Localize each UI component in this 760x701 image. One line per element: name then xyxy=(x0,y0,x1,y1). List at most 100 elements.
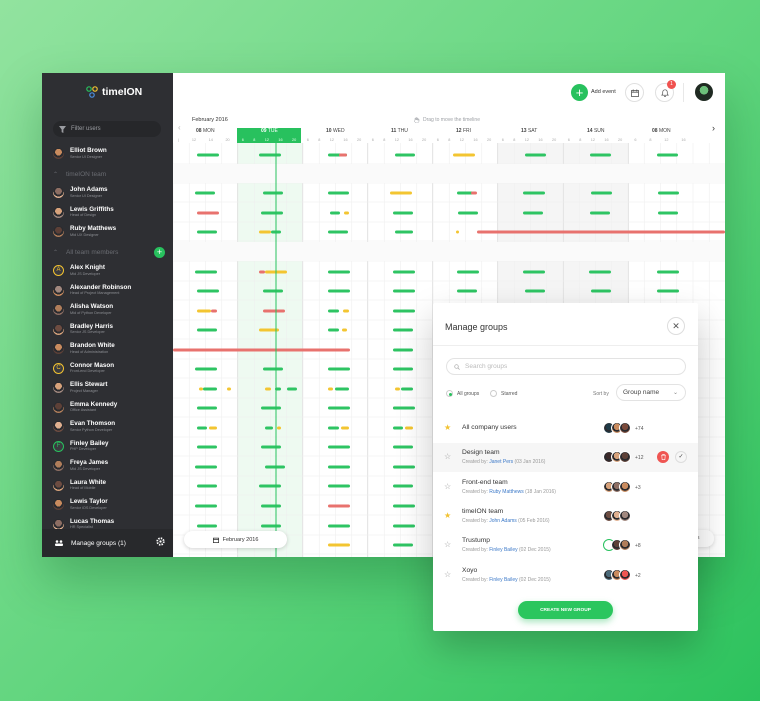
sidebar-item-laura-white[interactable]: Laura White Head of Mobile xyxy=(53,479,168,491)
sidebar-item-ruby-matthews[interactable]: Ruby Matthews Mid UX Designer xyxy=(53,225,168,238)
event-bar[interactable] xyxy=(330,211,340,215)
star-filled-icon[interactable]: ★ xyxy=(444,511,451,520)
event-bar[interactable] xyxy=(263,289,283,293)
event-bar[interactable] xyxy=(195,367,217,371)
group-row[interactable]: ☆ Front-end team Created by: Ruby Matthews… xyxy=(433,473,698,502)
event-bar[interactable] xyxy=(195,504,217,508)
group-author-link[interactable]: John Adams xyxy=(489,518,517,524)
event-bar[interactable] xyxy=(393,328,413,332)
event-bar[interactable] xyxy=(393,484,413,488)
event-bar[interactable] xyxy=(328,543,350,547)
event-bar[interactable] xyxy=(197,445,217,449)
event-bar[interactable] xyxy=(263,191,283,195)
event-bar[interactable] xyxy=(328,426,339,430)
event-bar[interactable] xyxy=(328,270,350,274)
sidebar-item-lewis-griffiths[interactable]: Lewis Griffiths Head of Design xyxy=(53,206,168,218)
event-bar[interactable] xyxy=(395,230,413,234)
event-bar[interactable] xyxy=(341,426,349,430)
event-bar[interactable] xyxy=(328,309,339,313)
event-bar[interactable] xyxy=(342,328,347,332)
event-bar[interactable] xyxy=(339,153,347,157)
group-author-link[interactable]: Ruby Matthews xyxy=(489,489,523,495)
sidebar-user-me[interactable]: Elliot Brown Senior UI Designer xyxy=(53,147,168,160)
event-bar[interactable] xyxy=(328,406,350,410)
day-header[interactable]: 14 SUN 6 8 12 16 20 xyxy=(563,128,627,143)
date-picker-button[interactable]: February 2016 xyxy=(184,531,287,548)
star-icon[interactable]: ☆ xyxy=(444,570,451,579)
event-bar[interactable] xyxy=(525,153,546,157)
event-bar[interactable] xyxy=(203,387,217,391)
event-bar[interactable] xyxy=(265,387,271,391)
search-groups-input[interactable]: Search groups xyxy=(446,358,686,375)
event-bar[interactable] xyxy=(259,484,281,488)
event-bar[interactable] xyxy=(393,309,415,313)
event-bar[interactable] xyxy=(590,153,611,157)
calendar-button[interactable] xyxy=(625,83,644,102)
event-bar[interactable] xyxy=(395,153,415,157)
event-bar[interactable] xyxy=(195,191,215,195)
event-bar[interactable] xyxy=(263,367,283,371)
event-bar[interactable] xyxy=(457,191,473,195)
event-bar[interactable] xyxy=(343,309,349,313)
day-header[interactable]: 12 FRI 6 8 12 16 20 xyxy=(432,128,496,143)
event-bar[interactable] xyxy=(259,153,281,157)
event-bar[interactable] xyxy=(173,348,350,352)
event-bar[interactable] xyxy=(393,406,415,410)
event-bar[interactable] xyxy=(328,484,350,488)
group-author-link[interactable]: Finley Bailey xyxy=(489,577,517,583)
sidebar-item-bradley-harris[interactable]: Bradley Harris Senior JS Developer xyxy=(53,323,168,335)
event-bar[interactable] xyxy=(456,230,459,234)
sidebar-item-alexander-robinson[interactable]: Alexander Robinson Head of Project Manage… xyxy=(53,284,168,296)
event-bar[interactable] xyxy=(393,504,415,508)
sort-select[interactable]: Group name ⌄ xyxy=(616,384,686,401)
event-bar[interactable] xyxy=(523,191,545,195)
add-event-label[interactable]: Add event xyxy=(591,89,616,95)
event-bar[interactable] xyxy=(390,191,412,195)
event-bar[interactable] xyxy=(523,270,545,274)
event-bar[interactable] xyxy=(265,426,273,430)
group-row[interactable]: ★ All company users +74 xyxy=(433,414,698,443)
star-filled-icon[interactable]: ★ xyxy=(444,424,451,432)
event-bar[interactable] xyxy=(335,387,349,391)
event-bar[interactable] xyxy=(199,387,203,391)
event-bar[interactable] xyxy=(197,484,217,488)
sidebar-item-lewis-taylor[interactable]: Lewis Taylor Senior iOS Developer xyxy=(53,498,168,511)
event-bar[interactable] xyxy=(657,270,679,274)
group-row[interactable]: ☆ Trustump Created by: Finley Bailey (02 D… xyxy=(433,531,698,560)
event-bar[interactable] xyxy=(393,426,403,430)
event-bar[interactable] xyxy=(393,367,413,371)
event-bar[interactable] xyxy=(328,524,350,528)
event-bar[interactable] xyxy=(658,191,679,195)
event-bar[interactable] xyxy=(261,211,283,215)
event-bar[interactable] xyxy=(395,387,400,391)
event-bar[interactable] xyxy=(591,289,611,293)
day-header[interactable]: 11 THU 6 8 12 16 20 xyxy=(367,128,431,143)
create-new-group-button[interactable]: CREATE NEW GROUP xyxy=(518,601,613,619)
event-bar[interactable] xyxy=(197,309,211,313)
star-icon[interactable]: ☆ xyxy=(444,541,451,549)
event-bar[interactable] xyxy=(393,543,413,547)
notifications-button[interactable]: 1 xyxy=(655,80,676,102)
event-bar[interactable] xyxy=(227,387,231,391)
event-bar[interactable] xyxy=(328,465,350,469)
event-bar[interactable] xyxy=(197,289,219,293)
section-all-team-members[interactable]: ⌃ All team members + xyxy=(53,247,165,258)
event-bar[interactable] xyxy=(328,445,350,449)
event-bar[interactable] xyxy=(393,465,415,469)
event-bar[interactable] xyxy=(328,191,349,195)
sidebar-item-connor-mason[interactable]: C Connor Mason Front-end Developer xyxy=(53,362,168,374)
event-bar[interactable] xyxy=(197,211,219,215)
event-bar[interactable] xyxy=(453,153,475,157)
day-header[interactable]: 13 SAT 6 8 12 16 20 xyxy=(497,128,561,143)
event-bar[interactable] xyxy=(209,426,217,430)
sidebar-item-john-adams[interactable]: John Adams Senior UI Designer xyxy=(53,186,168,199)
event-bar[interactable] xyxy=(477,230,725,234)
day-header[interactable]: 09 TUE 6 8 12 16 20 xyxy=(237,128,301,143)
event-bar[interactable] xyxy=(259,270,265,274)
event-bar[interactable] xyxy=(197,406,217,410)
manage-groups-footer[interactable]: Manage groups (1) xyxy=(42,529,173,557)
event-bar[interactable] xyxy=(589,270,611,274)
day-header[interactable]: 08 MON 6 8 12 16 xyxy=(628,128,692,143)
event-bar[interactable] xyxy=(328,504,350,508)
event-bar[interactable] xyxy=(457,289,477,293)
